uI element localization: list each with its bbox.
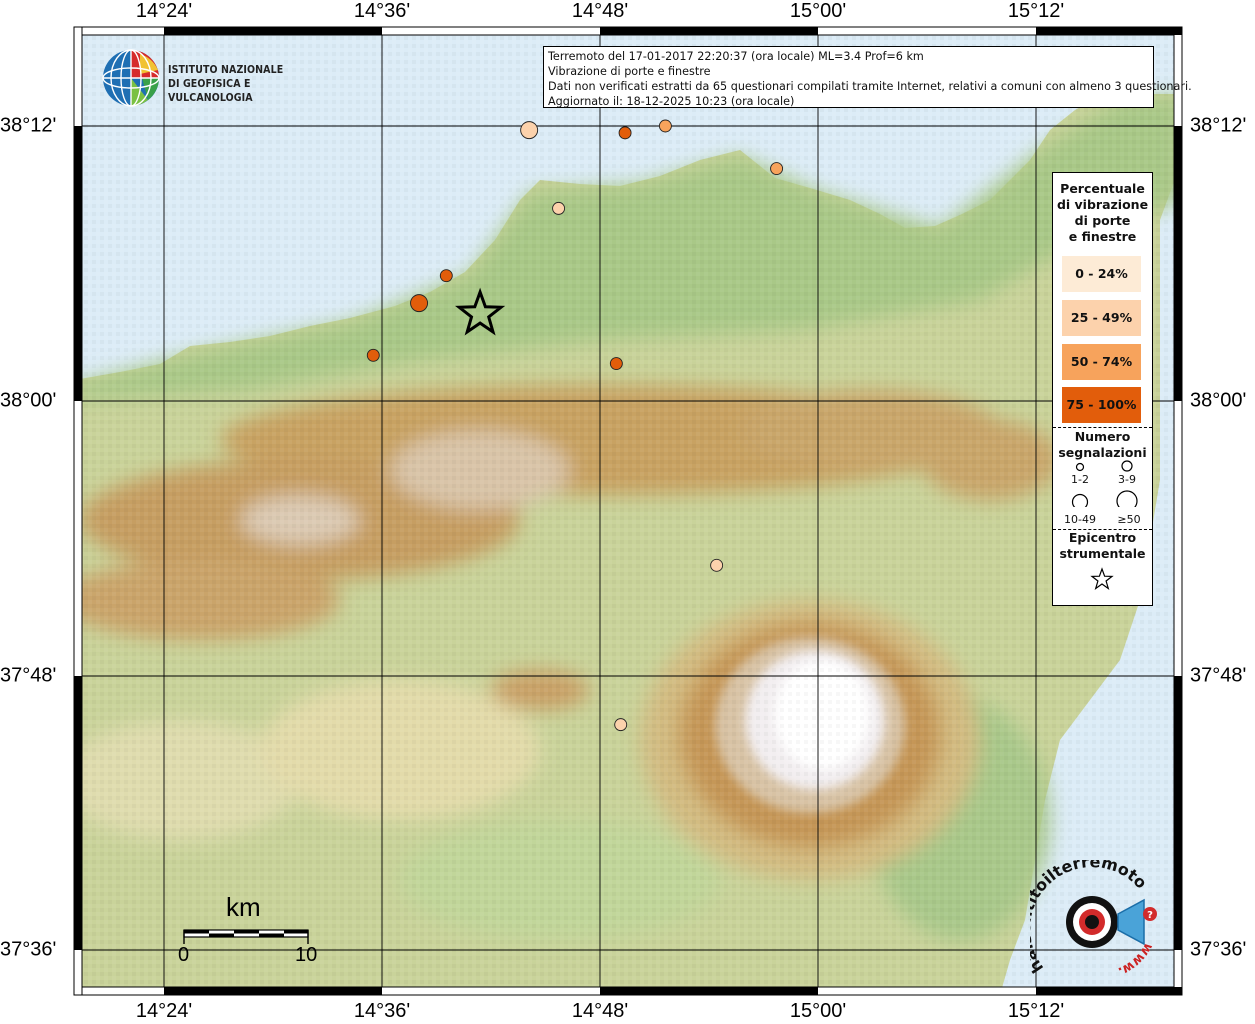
event-title: Terremoto del 17-01-2017 22:20:37 (ora l… [548, 50, 924, 63]
axis-left-label: 38°12' [0, 114, 57, 137]
legend-count-label: 10-49 [1064, 513, 1096, 526]
axis-bottom-label: 14°48' [571, 1000, 629, 1022]
observation-point [614, 718, 628, 732]
observation-point [618, 126, 632, 140]
basemap [74, 27, 1182, 995]
observation-point [552, 201, 566, 215]
legend-title-line: e finestre [1068, 229, 1137, 244]
hai-sentito-il-terremoto-logo: ? haisentitoilterremoto.it www. [1030, 860, 1157, 979]
legend-class-swatch: 50 - 74% [1062, 344, 1141, 380]
svg-text:?: ? [1147, 910, 1153, 921]
axis-left-label: 37°48' [0, 664, 57, 687]
legend-epicenter-title: strumentale [1059, 546, 1146, 561]
legend-class-swatch: 0 - 24% [1062, 256, 1141, 292]
observation-point [366, 348, 380, 362]
event-parameter: Vibrazione di porte e finestre [548, 65, 711, 78]
size-symbol-3-9 [1121, 460, 1133, 472]
legend-count-label: 1-2 [1071, 473, 1089, 486]
observation-point [410, 294, 429, 313]
axis-right-label: 37°48' [1190, 664, 1247, 687]
hst-logo-www: www. [1116, 940, 1156, 979]
observation-point [439, 269, 453, 283]
legend-count-title: Numero [1074, 429, 1131, 444]
ingv-logo-line2: DI GEOFISICA E VULCANOLOGIA [168, 78, 253, 104]
axis-top-label: 15°00' [789, 0, 847, 22]
scale-start-label: 0 [178, 944, 190, 966]
axis-right-label: 37°36' [1190, 938, 1247, 961]
axis-bottom-label: 15°12' [1007, 1000, 1065, 1022]
data-note: Dati non verificati estratti da 65 quest… [548, 80, 1192, 93]
axis-top-label: 14°48' [571, 0, 629, 22]
axis-bottom-label: 14°24' [135, 1000, 193, 1022]
legend: Percentuale di vibrazione di porte e fin… [1052, 172, 1153, 606]
legend-epicenter-title: Epicentro [1068, 530, 1137, 545]
axis-bottom-label: 15°00' [789, 1000, 847, 1022]
scale-unit: km [226, 892, 261, 922]
scale-end-label: 10 [295, 944, 318, 966]
observation-point [658, 119, 672, 133]
ingv-logo: ISTITUTO NAZIONALE DI GEOFISICA E VULCAN… [102, 48, 322, 110]
legend-class-swatch: 25 - 49% [1062, 300, 1141, 336]
observation-point [609, 357, 623, 370]
axis-top-label: 15°12' [1007, 0, 1065, 22]
update-timestamp: Aggiornato il: 18-12-2025 10:23 (ora loc… [548, 95, 795, 108]
legend-count-label: ≥50 [1117, 513, 1141, 526]
legend-size-symbols [1071, 460, 1138, 507]
axis-left-label: 37°36' [0, 938, 57, 961]
axis-left-label: 38°00' [0, 389, 57, 412]
size-symbol-50-plus [1116, 490, 1138, 507]
event-info-box: Terremoto del 17-01-2017 22:20:37 (ora l… [543, 46, 1192, 108]
legend-class-swatch: 75 - 100% [1062, 387, 1141, 423]
legend-title-line: Percentuale [1060, 181, 1145, 196]
axis-top-label: 14°24' [135, 0, 193, 22]
observation-point [520, 121, 539, 140]
observation-point [710, 558, 724, 572]
globe-icon [102, 49, 160, 107]
ingv-logo-line1: ISTITUTO NAZIONALE [168, 64, 284, 76]
legend-separator [1053, 427, 1152, 428]
observation-point [770, 162, 784, 176]
star-icon [1090, 567, 1114, 590]
scale-bar: km 0 10 [178, 892, 318, 972]
legend-count-label: 3-9 [1118, 473, 1136, 486]
size-symbol-10-49 [1071, 493, 1089, 507]
axis-right-label: 38°12' [1190, 114, 1247, 137]
axis-right-label: 38°00' [1190, 389, 1247, 412]
legend-title-line: di porte [1074, 213, 1131, 228]
axis-top-label: 14°36' [353, 0, 411, 22]
size-symbol-1-2 [1075, 462, 1085, 472]
axis-bottom-label: 14°36' [353, 1000, 411, 1022]
legend-title-line: di vibrazione [1056, 197, 1149, 212]
